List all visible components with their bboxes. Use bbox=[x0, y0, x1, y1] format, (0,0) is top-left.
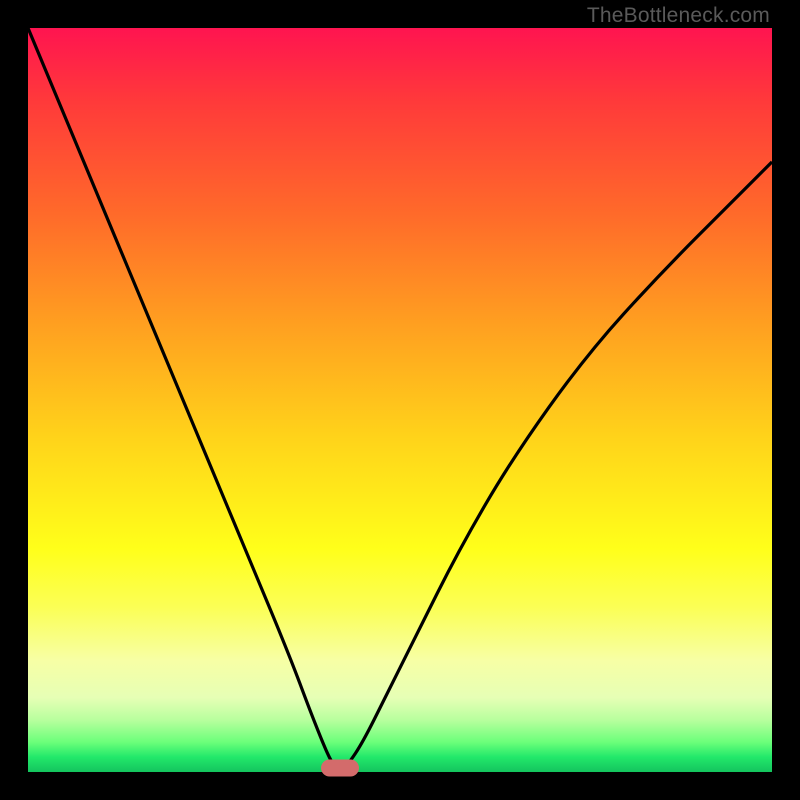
chart-frame: TheBottleneck.com bbox=[0, 0, 800, 800]
bottleneck-curve bbox=[28, 28, 772, 770]
optimum-marker bbox=[321, 760, 359, 777]
plot-area bbox=[28, 28, 772, 772]
attribution-text: TheBottleneck.com bbox=[587, 4, 770, 28]
curve-svg bbox=[28, 28, 772, 772]
